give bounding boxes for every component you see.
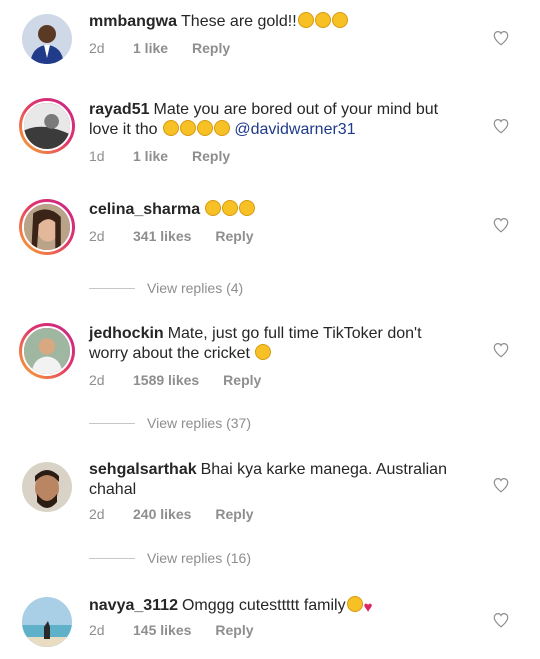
view-replies-button[interactable]: View replies (4) [89,280,243,296]
laughing-emoji-icon [297,12,314,28]
laughing-emoji-icon [222,200,239,216]
laughing-emoji-icon [179,120,196,136]
heart-outline-icon[interactable] [492,216,510,234]
reply-button[interactable]: Reply [215,622,253,638]
comment-username[interactable]: rayad51 [89,101,150,118]
laughing-emoji-icon [205,200,222,216]
avatar[interactable] [22,462,72,512]
comment-time: 2d [89,506,105,522]
comment-likes[interactable]: 1589 likes [133,372,199,388]
laughing-emoji-icon [255,344,272,360]
comment-likes[interactable]: 1 like [133,148,168,164]
avatar[interactable] [19,199,75,255]
heart-emoji-icon: ♥ [363,599,373,616]
tired-emoji-icon [239,200,256,216]
divider [89,557,135,559]
heart-outline-icon[interactable] [492,476,510,494]
divider [89,422,135,424]
laughing-emoji-icon [314,12,331,28]
comment-username[interactable]: mmbangwa [89,13,177,30]
heart-outline-icon[interactable] [492,611,510,629]
comment-time: 2d [89,622,105,638]
heart-outline-icon[interactable] [492,341,510,359]
laughing-emoji-icon [213,120,230,136]
comment-likes[interactable]: 145 likes [133,622,191,638]
comment-time: 1d [89,148,105,164]
comment-username[interactable]: sehgalsarthak [89,461,197,478]
comment-username[interactable]: jedhockin [89,325,164,342]
view-replies-label: View replies (16) [147,550,252,566]
heart-outline-icon[interactable] [492,117,510,135]
comment-time: 2d [89,228,105,244]
laughing-emoji-icon [331,12,348,28]
comment-likes[interactable]: 240 likes [133,506,191,522]
laughing-emoji-icon [196,120,213,136]
reply-button[interactable]: Reply [215,506,253,522]
view-replies-label: View replies (37) [147,415,252,431]
reply-button[interactable]: Reply [215,228,253,244]
avatar[interactable] [22,14,72,64]
divider [89,287,135,289]
view-replies-label: View replies (4) [147,280,244,296]
avatar[interactable] [19,323,75,379]
comment-username[interactable]: celina_sharma [89,201,200,218]
comment-username[interactable]: navya_3112 [89,597,178,614]
mention-link[interactable]: @davidwarner31 [234,121,355,138]
reply-button[interactable]: Reply [192,40,230,56]
reply-button[interactable]: Reply [223,372,261,388]
laughing-emoji-icon [162,120,179,136]
view-replies-button[interactable]: View replies (37) [89,415,251,431]
avatar[interactable] [19,98,75,154]
comment-text: These are gold!! [181,13,297,30]
comment-time: 2d [89,40,105,56]
comment-likes[interactable]: 1 like [133,40,168,56]
laughing-emoji-icon [346,596,363,612]
avatar[interactable] [22,597,72,647]
comment-text: Omggg cutesttttt family [181,597,346,614]
comment-time: 2d [89,372,105,388]
comment-likes[interactable]: 341 likes [133,228,191,244]
reply-button[interactable]: Reply [192,148,230,164]
view-replies-button[interactable]: View replies (16) [89,550,251,566]
heart-outline-icon[interactable] [492,29,510,47]
